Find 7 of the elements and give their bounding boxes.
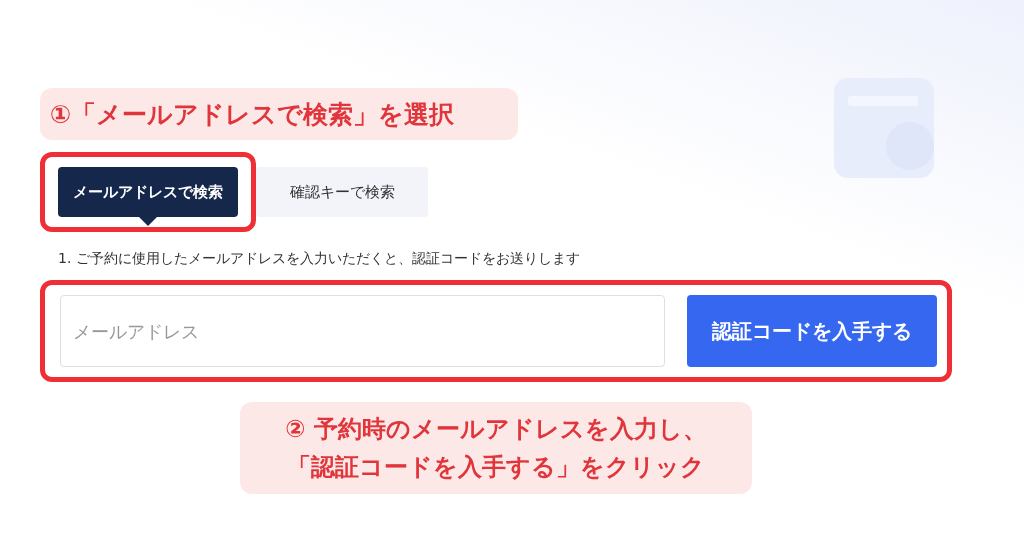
get-code-button[interactable]: 認証コードを入手する [687, 295, 937, 367]
step-callout: ①「メールアドレスで検索」を選択 [40, 88, 518, 140]
pointer-icon [139, 217, 157, 226]
tab[interactable]: 確認キーで検索 [256, 167, 428, 217]
email-field[interactable]: メールアドレス [60, 295, 666, 367]
instruction-text: 1. ご予約に使用したメールアドレスを入力いただくと、認証コードをお送りします [57, 250, 581, 268]
step-callout: ② 予約時のメールアドレスを入力し、 「認証コードを入手する」をクリック [240, 402, 752, 494]
